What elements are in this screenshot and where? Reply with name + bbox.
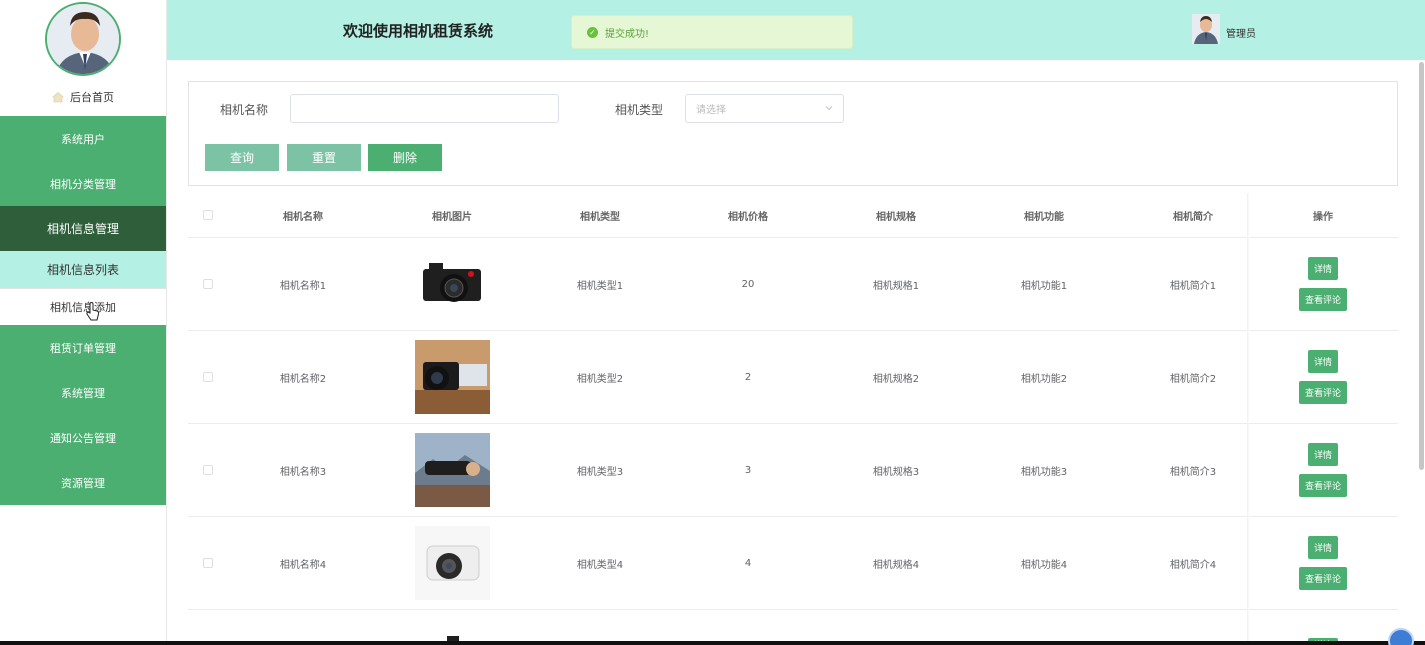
detail-button[interactable]: 详情 — [1307, 350, 1338, 373]
row-checkbox[interactable] — [203, 558, 213, 568]
table-row: 相机名称2 相机类型2 2 相机规格2 相机功能2 相机简介2 详情 查看评论 — [188, 331, 1398, 424]
submenu-camera-add[interactable]: 相机信息添加 — [0, 288, 166, 325]
check-icon: ✓ — [587, 26, 598, 38]
cell-type: 相机类型2 — [576, 373, 624, 385]
cell-spec: 相机规格1 — [872, 280, 920, 292]
top-header: 欢迎使用相机租赁系统 ✓ 提交成功! 管理员 — [167, 0, 1425, 60]
detail-button[interactable]: 详情 — [1307, 536, 1338, 559]
cell-type: 相机类型1 — [576, 280, 624, 292]
table-header: 相机名称 相机图片 相机类型 相机价格 相机规格 相机功能 相机简介 操作 — [188, 193, 1398, 238]
col-actions: 操作 — [1313, 211, 1333, 223]
assistant-float-button[interactable] — [1388, 628, 1414, 645]
col-function: 相机功能 — [1024, 211, 1064, 223]
cell-function: 相机功能2 — [1020, 373, 1068, 385]
cell-name: 相机名称1 — [279, 280, 327, 292]
chevron-down-icon — [825, 106, 833, 111]
view-comments-button[interactable]: 查看评论 — [1298, 381, 1347, 404]
table-row: 详情 — [188, 610, 1398, 645]
cell-spec: 相机规格3 — [872, 466, 920, 478]
user-name[interactable]: 管理员 — [1226, 25, 1256, 40]
view-comments-button[interactable]: 查看评论 — [1298, 567, 1347, 590]
delete-button[interactable]: 删除 — [368, 144, 442, 171]
cell-price: 3 — [744, 464, 752, 476]
col-price: 相机价格 — [728, 211, 768, 223]
row-checkbox[interactable] — [203, 465, 213, 475]
app-root: 后台首页 系统用户 相机分类管理 相机信息管理 相机信息列表 相机信息添加 租赁… — [0, 0, 1425, 645]
cell-intro: 相机简介1 — [1169, 280, 1217, 292]
user-avatar[interactable] — [1192, 14, 1220, 44]
home-label: 后台首页 — [70, 91, 114, 104]
table-row: 相机名称1 相机类型1 20 相机规格1 相机功能1 相机简介1 详情 查看评论 — [188, 238, 1398, 331]
cell-function: 相机功能1 — [1020, 280, 1068, 292]
camera-image — [414, 526, 490, 600]
page-scrollbar[interactable] — [1419, 62, 1424, 470]
col-name: 相机名称 — [283, 211, 323, 223]
cell-price: 4 — [744, 557, 752, 569]
cell-type: 相机类型4 — [576, 559, 624, 571]
menu-resource-manage[interactable]: 资源管理 — [0, 460, 166, 505]
row-actions: 详情 查看评论 — [1248, 331, 1398, 423]
cell-intro: 相机简介2 — [1169, 373, 1217, 385]
view-comments-button[interactable]: 查看评论 — [1298, 288, 1347, 311]
row-actions: 详情 查看评论 — [1248, 517, 1398, 609]
camera-table: 相机名称 相机图片 相机类型 相机价格 相机规格 相机功能 相机简介 操作 相机… — [188, 193, 1398, 645]
menu-system-manage[interactable]: 系统管理 — [0, 370, 166, 415]
page-title: 欢迎使用相机租赁系统 — [343, 22, 494, 40]
table-row: 相机名称4 相机类型4 4 相机规格4 相机功能4 相机简介4 详情 查看评论 — [188, 517, 1398, 610]
type-placeholder: 请选择 — [696, 105, 726, 116]
row-actions: 详情 — [1248, 610, 1398, 645]
toast-message: 提交成功! — [605, 28, 650, 40]
fixed-column-divider — [1247, 193, 1249, 645]
menu-rental-orders[interactable]: 租赁订单管理 — [0, 325, 166, 370]
mouse-cursor-icon — [86, 302, 100, 321]
taskbar-edge — [0, 641, 1425, 645]
cell-intro: 相机简介4 — [1169, 559, 1217, 571]
select-all-checkbox[interactable] — [203, 210, 213, 220]
menu-notice-manage[interactable]: 通知公告管理 — [0, 415, 166, 460]
submenu-camera-list[interactable]: 相机信息列表 — [0, 251, 166, 288]
cell-name: 相机名称4 — [279, 559, 327, 571]
col-type: 相机类型 — [580, 211, 620, 223]
cell-spec: 相机规格2 — [872, 373, 920, 385]
sidebar-menu: 系统用户 相机分类管理 相机信息管理 相机信息列表 相机信息添加 租赁订单管理 … — [0, 116, 166, 505]
home-icon — [52, 92, 64, 103]
cell-name: 相机名称3 — [279, 466, 327, 478]
cell-type: 相机类型3 — [576, 466, 624, 478]
camera-image — [414, 247, 490, 321]
cell-spec: 相机规格4 — [872, 559, 920, 571]
success-toast: ✓ 提交成功! — [571, 15, 853, 49]
cell-price: 20 — [741, 278, 755, 290]
row-checkbox[interactable] — [203, 279, 213, 289]
camera-image — [414, 340, 490, 414]
sidebar: 后台首页 系统用户 相机分类管理 相机信息管理 相机信息列表 相机信息添加 租赁… — [0, 0, 167, 645]
row-actions: 详情 查看评论 — [1248, 424, 1398, 516]
row-checkbox[interactable] — [203, 372, 213, 382]
detail-button[interactable]: 详情 — [1307, 443, 1338, 466]
name-input[interactable] — [290, 94, 559, 123]
menu-system-users[interactable]: 系统用户 — [0, 116, 166, 161]
name-label: 相机名称 — [220, 103, 269, 117]
cell-intro: 相机简介3 — [1169, 466, 1217, 478]
home-link[interactable]: 后台首页 — [0, 86, 166, 108]
col-image: 相机图片 — [432, 211, 472, 223]
view-comments-button[interactable]: 查看评论 — [1298, 474, 1347, 497]
reset-button[interactable]: 重置 — [287, 144, 361, 171]
search-panel: 相机名称 相机类型 请选择 查询 重置 删除 — [188, 81, 1398, 186]
col-intro: 相机简介 — [1173, 211, 1213, 223]
col-spec: 相机规格 — [876, 211, 916, 223]
cell-name: 相机名称2 — [279, 373, 327, 385]
query-button[interactable]: 查询 — [205, 144, 279, 171]
cell-function: 相机功能4 — [1020, 559, 1068, 571]
table-row: 相机名称3 相机类型3 3 相机规格3 相机功能3 相机简介3 详情 查看评论 — [188, 424, 1398, 517]
avatar — [45, 2, 121, 76]
menu-camera-info[interactable]: 相机信息管理 — [0, 206, 166, 251]
cell-function: 相机功能3 — [1020, 466, 1068, 478]
menu-camera-category[interactable]: 相机分类管理 — [0, 161, 166, 206]
type-label: 相机类型 — [615, 103, 664, 117]
row-actions: 详情 查看评论 — [1248, 238, 1398, 330]
cell-price: 2 — [744, 371, 752, 383]
detail-button[interactable]: 详情 — [1307, 257, 1338, 280]
camera-image — [414, 433, 490, 507]
type-select[interactable]: 请选择 — [685, 94, 844, 123]
